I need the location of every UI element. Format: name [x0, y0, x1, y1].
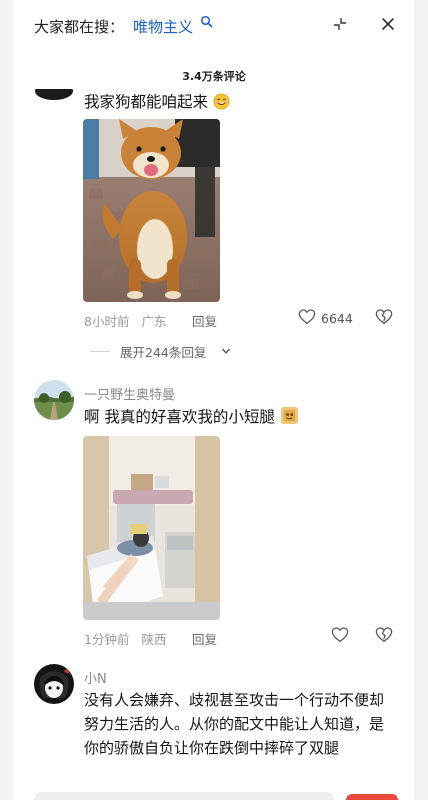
comment-time: 8小时前	[84, 314, 130, 329]
comment-time: 1分钟前	[84, 632, 130, 647]
comment-input-bar[interactable]	[34, 792, 334, 800]
username[interactable]: 小N	[84, 668, 107, 687]
sticker-icon	[280, 406, 298, 425]
dislike-broken-heart-icon[interactable]	[375, 626, 393, 644]
chevron-down-icon	[221, 348, 231, 354]
avatar[interactable]	[34, 88, 74, 102]
comment-text: 我家狗都能咱起来	[84, 93, 209, 111]
avatar[interactable]	[34, 380, 74, 420]
username[interactable]: 一只野生奥特曼	[84, 384, 175, 403]
like-heart-icon[interactable]	[331, 626, 349, 644]
comment-location: 广东	[141, 314, 167, 329]
search-icon[interactable]	[200, 15, 214, 29]
reply-button[interactable]: 回复	[192, 311, 217, 330]
comment-sheet: 大家都在搜： 唯物主义 3.4万条评论 我家狗都能咱起来 8小时前 广东 回复 …	[14, 0, 414, 800]
send-button[interactable]	[346, 794, 398, 800]
search-suggestion-bar: 大家都在搜： 唯物主义	[14, 0, 414, 50]
comment-body: 啊 我真的好喜欢我的小短腿	[84, 405, 299, 427]
comment-meta: 1分钟前 陕西	[84, 629, 170, 648]
hospital-bed-photo[interactable]	[83, 436, 220, 620]
expand-replies-label[interactable]: 展开244条回复	[120, 342, 206, 361]
smiling-face-icon	[213, 93, 230, 110]
comment-location: 陕西	[141, 632, 167, 647]
avatar[interactable]	[34, 664, 74, 704]
divider	[90, 351, 110, 352]
comment-text: 没有人会嫌弃、歧视甚至攻击一个行动不便却努力生活的人。从你的配文中能让人知道，是…	[84, 691, 385, 757]
comment-count-label: 3.4万条评论	[182, 70, 246, 83]
reply-button[interactable]: 回复	[192, 629, 217, 648]
dislike-broken-heart-icon[interactable]	[375, 308, 393, 326]
search-prefix-label: 大家都在搜：	[34, 18, 125, 36]
close-icon[interactable]	[380, 16, 396, 32]
collapse-icon[interactable]	[332, 16, 348, 32]
comment-body: 我家狗都能咱起来	[84, 90, 230, 112]
like-heart-icon[interactable]	[298, 308, 316, 326]
shiba-dog-photo[interactable]	[83, 119, 220, 302]
trending-search-link[interactable]: 唯物主义	[133, 16, 193, 37]
comment-meta: 8小时前 广东	[84, 311, 170, 330]
comment-text: 啊 我真的好喜欢我的小短腿	[84, 408, 275, 426]
like-count: 6644	[321, 311, 353, 326]
